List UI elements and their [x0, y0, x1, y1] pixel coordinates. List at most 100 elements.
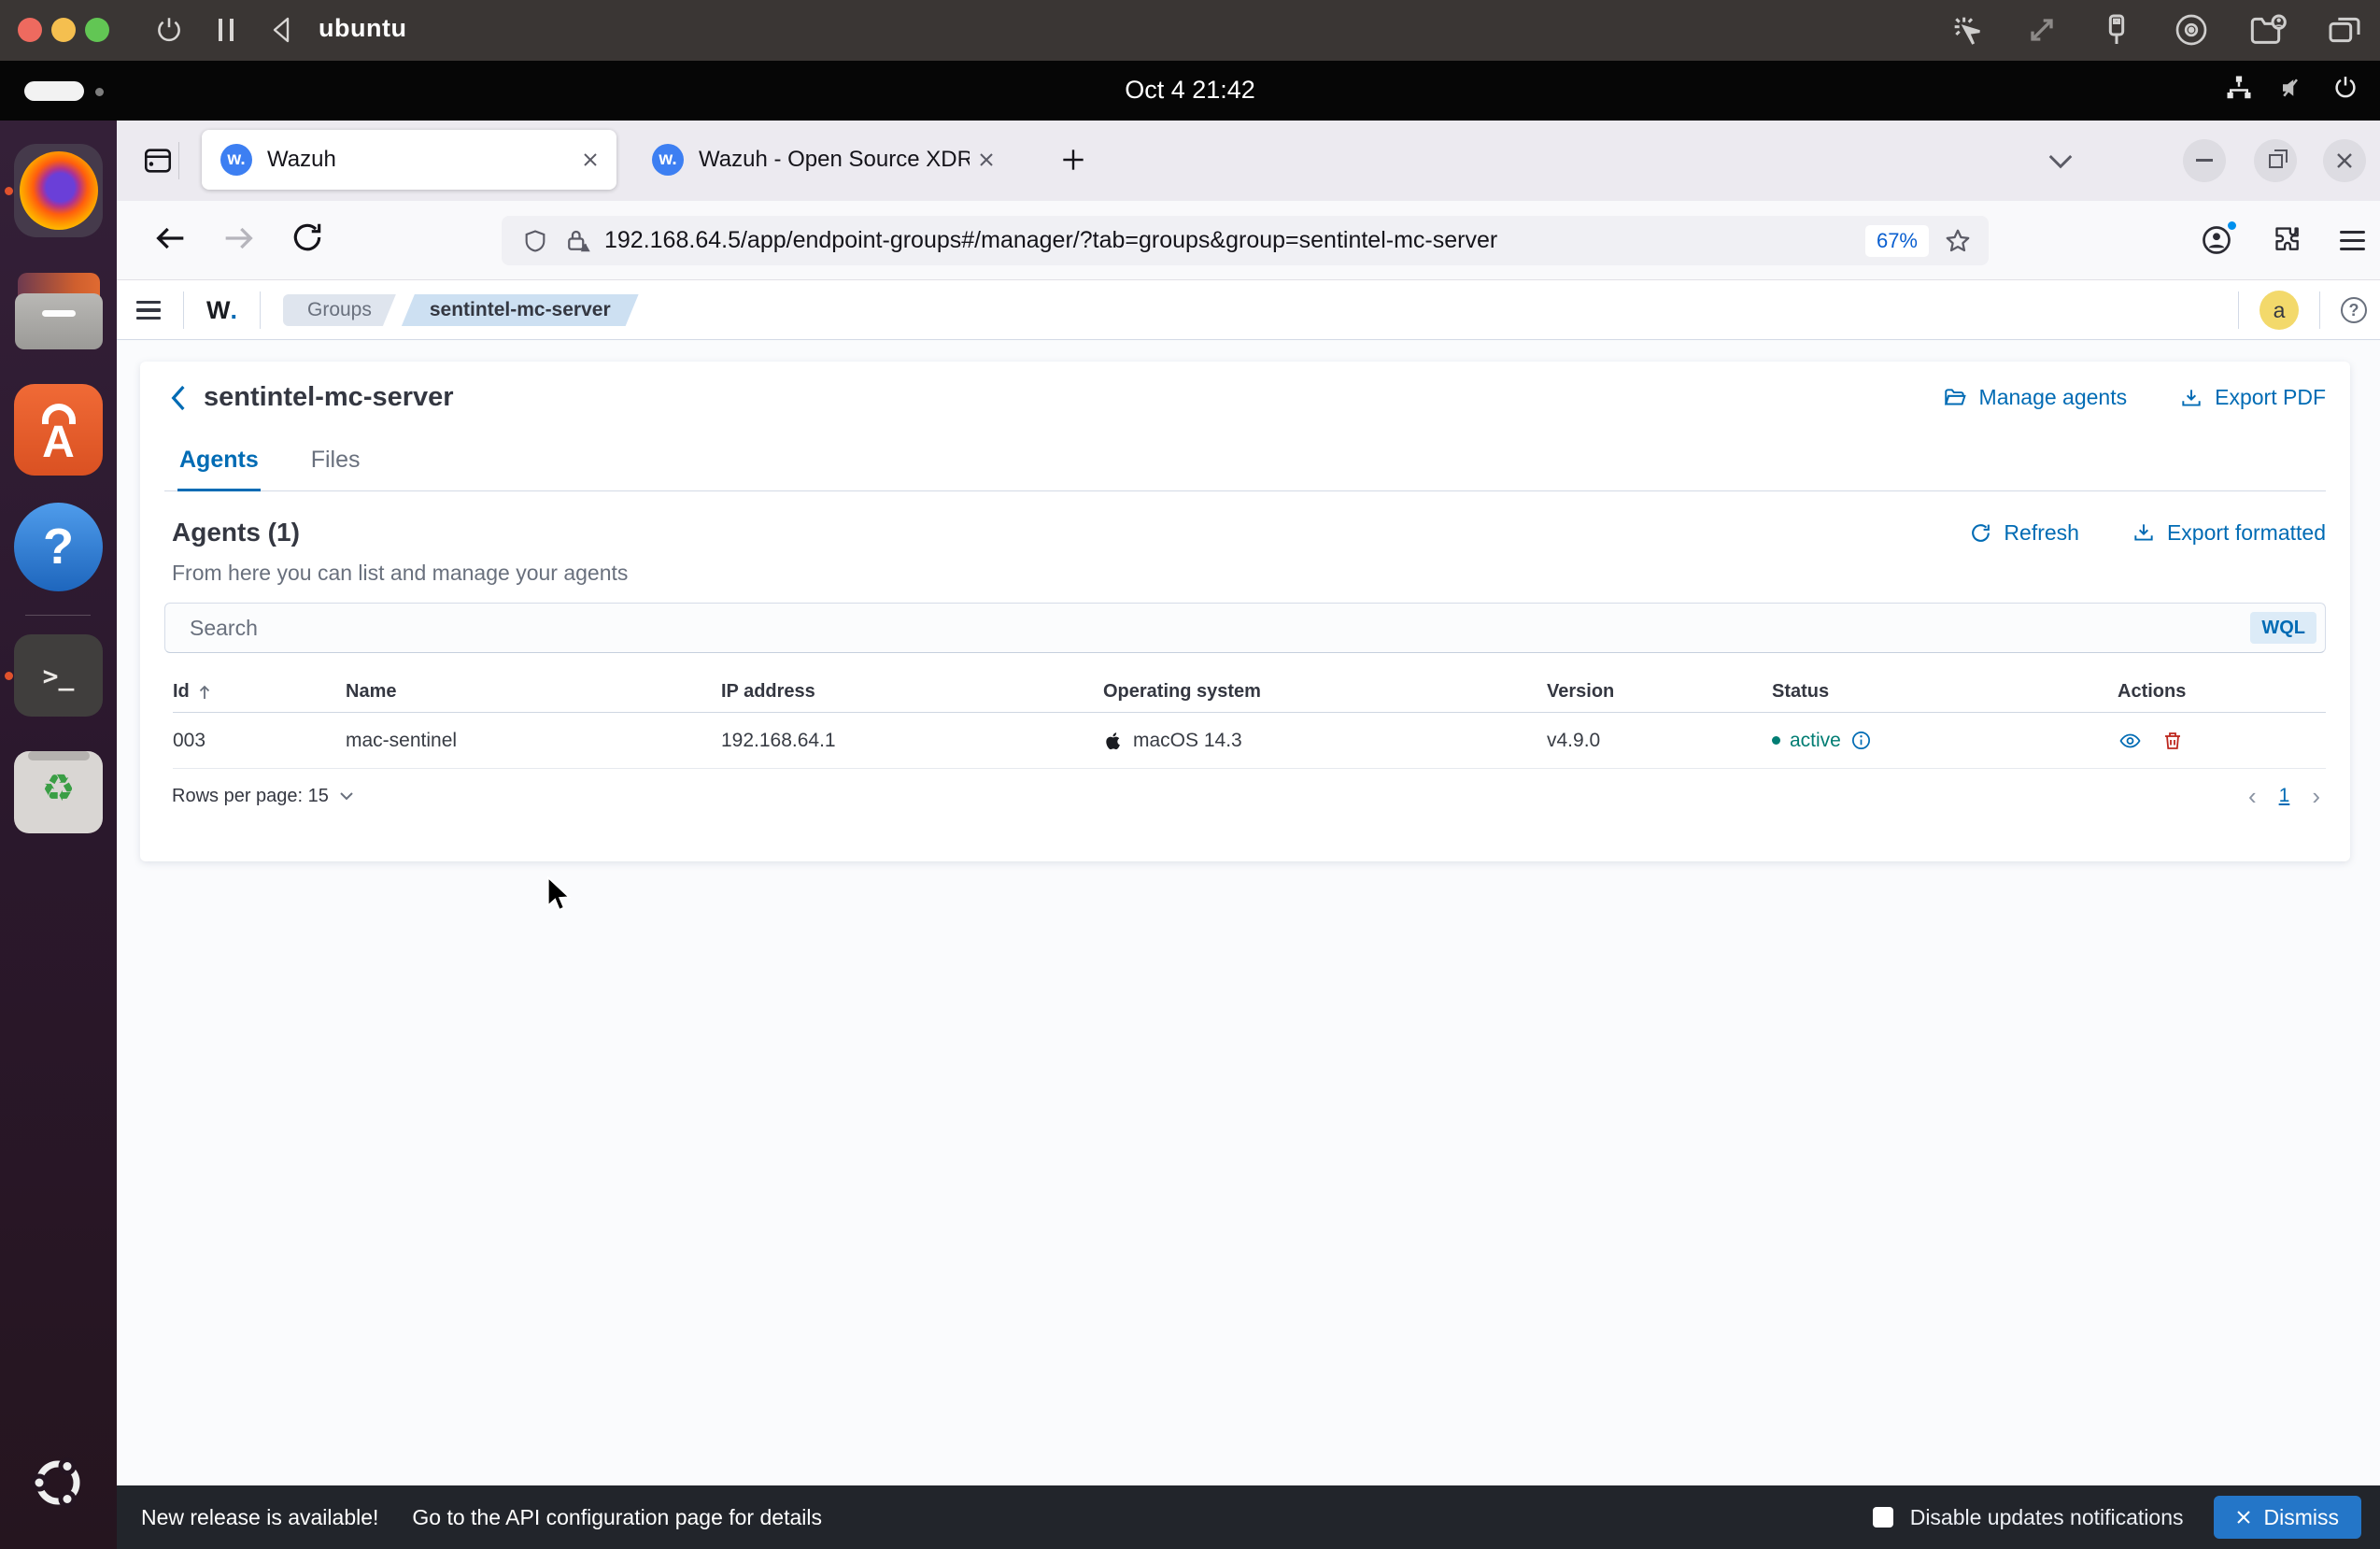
- insecure-lock-icon[interactable]: !: [563, 227, 591, 255]
- display-windows-icon[interactable]: [2326, 11, 2363, 49]
- dock-item-firefox[interactable]: [14, 144, 103, 237]
- page-number[interactable]: 1: [2279, 785, 2290, 807]
- screen: ubuntu Oct 4 21:42 A ? >_ ♻ w. Wazuh w. …: [0, 0, 2380, 1549]
- clock[interactable]: Oct 4 21:42: [1125, 76, 1255, 105]
- wazuh-menu-icon[interactable]: [136, 300, 161, 320]
- dock-item-help[interactable]: ?: [14, 501, 103, 592]
- tab-wazuh-xdr[interactable]: w. Wazuh - Open Source XDR: [633, 130, 1020, 190]
- tab-wazuh[interactable]: w. Wazuh: [202, 130, 616, 190]
- agents-count-heading: Agents (1): [172, 518, 300, 547]
- search-input[interactable]: [164, 603, 2326, 653]
- account-notification-dot: [2226, 220, 2238, 232]
- group-tabs: Agents Files: [164, 447, 2326, 491]
- manage-agents-button[interactable]: Manage agents: [1942, 385, 2127, 410]
- column-header-version[interactable]: Version: [1547, 681, 1772, 703]
- minimize-button[interactable]: [2183, 139, 2226, 182]
- reload-icon[interactable]: [290, 220, 325, 255]
- tab-files[interactable]: Files: [309, 447, 362, 490]
- sort-asc-icon: [199, 685, 209, 699]
- firefox-view-icon[interactable]: [137, 140, 178, 181]
- breadcrumb-current-group[interactable]: sentintel-mc-server: [402, 294, 639, 326]
- breadcrumb: Groups sentintel-mc-server: [283, 294, 639, 326]
- url-bar[interactable]: ! 192.168.64.5/app/endpoint-groups#/mana…: [502, 216, 1989, 265]
- dismiss-button[interactable]: Dismiss: [2213, 1496, 2361, 1539]
- column-header-id[interactable]: Id: [173, 681, 346, 703]
- page-title: sentintel-mc-server: [204, 382, 454, 412]
- power-icon[interactable]: [153, 11, 185, 53]
- cd-drive-icon[interactable]: [2173, 11, 2210, 49]
- wired-network-icon: [2227, 76, 2251, 99]
- dock-item-trash[interactable]: ♻: [14, 751, 103, 833]
- update-notification-bar: New release is available! Go to the API …: [117, 1485, 2380, 1549]
- firefox-icon: [19, 151, 98, 230]
- dock-item-terminal[interactable]: >_: [14, 634, 103, 717]
- pagination: ‹ 1 ›: [2248, 784, 2326, 808]
- extensions-icon[interactable]: [2271, 222, 2302, 259]
- menu-icon[interactable]: [2340, 230, 2365, 250]
- previous-page-icon[interactable]: ‹: [2248, 784, 2257, 808]
- checkbox-label: Disable updates notifications: [1909, 1504, 2184, 1529]
- column-header-os[interactable]: Operating system: [1103, 681, 1547, 703]
- system-status-area[interactable]: [2225, 74, 2359, 102]
- api-configuration-link[interactable]: Go to the API configuration page for det…: [412, 1505, 822, 1530]
- maximize-button[interactable]: [2254, 139, 2297, 182]
- usb-icon[interactable]: [2098, 11, 2135, 49]
- capture-cursor-icon[interactable]: [1948, 11, 1986, 49]
- workspace-dot-indicator[interactable]: [95, 88, 104, 96]
- back-chevron-icon[interactable]: [166, 383, 191, 413]
- wazuh-logo[interactable]: W.: [206, 296, 237, 325]
- resize-window-icon[interactable]: [2023, 11, 2061, 49]
- rows-per-page-selector[interactable]: Rows per page: 15: [172, 786, 355, 807]
- export-pdf-button[interactable]: Export PDF: [2179, 385, 2326, 410]
- shared-folder-icon[interactable]: [2247, 11, 2288, 49]
- column-header-name[interactable]: Name: [346, 681, 721, 703]
- forward-icon[interactable]: [220, 220, 257, 257]
- zoom-level-badge[interactable]: 67%: [1864, 224, 1929, 257]
- close-window-button[interactable]: [2323, 139, 2366, 182]
- close-tab-icon[interactable]: [581, 150, 600, 169]
- view-agent-eye-icon[interactable]: [2118, 730, 2143, 752]
- new-tab-button[interactable]: [1058, 145, 1088, 175]
- ubuntu-logo: [30, 1457, 80, 1508]
- url-text[interactable]: 192.168.64.5/app/endpoint-groups#/manage…: [604, 227, 1497, 254]
- export-formatted-button[interactable]: Export formatted: [2132, 520, 2326, 546]
- agent-os: macOS 14.3: [1103, 730, 1547, 752]
- list-all-tabs-icon[interactable]: [2047, 150, 2075, 171]
- back-triangle-icon[interactable]: [267, 15, 295, 50]
- column-header-status[interactable]: Status: [1772, 681, 2118, 703]
- tab-title: Wazuh: [267, 147, 336, 172]
- agent-status: active: [1772, 730, 2118, 752]
- dock-item-app-center[interactable]: A: [14, 384, 103, 476]
- tab-strip: w. Wazuh w. Wazuh - Open Source XDR: [117, 121, 2380, 201]
- account-icon[interactable]: [2200, 220, 2238, 257]
- tab-agents[interactable]: Agents: [177, 447, 261, 491]
- wql-badge[interactable]: WQL: [2250, 612, 2316, 644]
- help-menu-icon[interactable]: ?: [2341, 297, 2367, 323]
- refresh-button[interactable]: Refresh: [1969, 520, 2079, 546]
- avatar[interactable]: a: [2260, 291, 2299, 330]
- minimize-traffic-light[interactable]: [51, 18, 76, 42]
- next-page-icon[interactable]: ›: [2312, 784, 2320, 808]
- breadcrumb-groups[interactable]: Groups: [283, 294, 396, 326]
- column-header-ip[interactable]: IP address: [721, 681, 1103, 703]
- pause-icon[interactable]: [216, 17, 236, 48]
- back-icon[interactable]: [152, 220, 190, 257]
- zoom-traffic-light[interactable]: [85, 18, 109, 42]
- column-header-actions: Actions: [2118, 681, 2187, 702]
- ubuntu-dock: A ? >_ ♻: [0, 121, 117, 1549]
- delete-agent-trash-icon[interactable]: [2161, 730, 2184, 752]
- dock-item-files[interactable]: [14, 265, 103, 357]
- disable-updates-checkbox[interactable]: [1872, 1507, 1893, 1528]
- download-icon: [2182, 389, 2201, 406]
- terminal-icon: >_: [42, 660, 75, 691]
- update-message: New release is available!: [141, 1504, 379, 1529]
- info-icon[interactable]: [1850, 730, 1872, 751]
- firefox-running-dot: [5, 187, 13, 195]
- vm-title: ubuntu: [319, 14, 407, 42]
- workspace-pill-indicator[interactable]: [24, 81, 84, 101]
- bookmark-star-icon[interactable]: [1944, 227, 1972, 255]
- close-tab-icon[interactable]: [977, 150, 996, 169]
- agent-name: mac-sentinel: [346, 729, 458, 751]
- close-traffic-light[interactable]: [18, 18, 42, 42]
- shield-icon[interactable]: [522, 227, 548, 255]
